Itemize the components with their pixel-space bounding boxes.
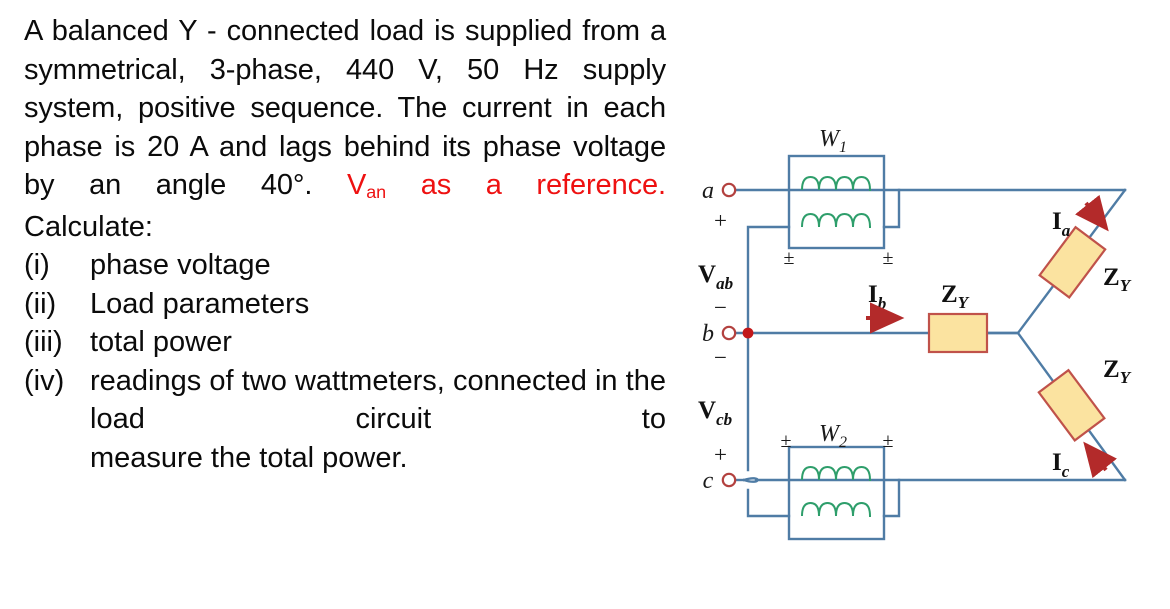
current-ia-arrow bbox=[1075, 194, 1109, 232]
wattmeter-w1-polarity-right: ± bbox=[883, 247, 894, 269]
wattmeter-w2-label: W2 bbox=[819, 421, 847, 451]
question-line-6-prefix: by an angle 40°. bbox=[24, 169, 313, 201]
impedance-zy-phase-b-label: ZY bbox=[941, 281, 970, 312]
reference-symbol: V bbox=[347, 169, 367, 201]
list-item-i: (i) phase voltage bbox=[24, 246, 666, 285]
list-marker-i: (i) bbox=[24, 249, 50, 281]
question-panel: A balanced Y - connected load is supplie… bbox=[24, 12, 666, 477]
reference-rest: as a reference. bbox=[386, 169, 666, 201]
list-text-iii: total power bbox=[90, 326, 232, 358]
list-marker-iii: (iii) bbox=[24, 326, 63, 358]
terminal-c-label: c bbox=[703, 468, 714, 494]
vcb-label: Vcb bbox=[698, 397, 732, 429]
wattmeter-w2-potential-coil bbox=[801, 501, 871, 517]
list-text-i: phase voltage bbox=[90, 249, 271, 281]
vab-plus-sign: + bbox=[714, 208, 727, 233]
wattmeter-w1[interactable]: W1 ± ± bbox=[784, 126, 894, 269]
page-root: A balanced Y - connected load is supplie… bbox=[0, 0, 1170, 609]
calculate-label: Calculate: bbox=[24, 210, 153, 243]
impedance-zy-phase-c-body bbox=[1037, 368, 1106, 442]
wattmeter-w1-box bbox=[787, 154, 886, 250]
wire-w2-pc-right bbox=[882, 478, 901, 518]
voltage-label-vcb-group: − Vcb + bbox=[698, 345, 732, 467]
question-body: A balanced Y - connected load is supplie… bbox=[24, 12, 666, 208]
wire-w1-pc-left bbox=[746, 225, 791, 335]
impedance-zy-phase-a-body bbox=[1038, 225, 1107, 299]
terminal-b-node[interactable] bbox=[721, 325, 737, 341]
current-ic-label: Ic bbox=[1052, 449, 1070, 481]
impedance-zy-phase-a-label: ZY bbox=[1103, 264, 1132, 295]
current-ib-label: Ib bbox=[868, 281, 886, 313]
current-ia-label: Ia bbox=[1052, 208, 1071, 240]
wire-w1-pc-right bbox=[882, 188, 901, 229]
voltage-label-vab-group: + Vab − bbox=[698, 208, 733, 320]
list-text-ii: Load parameters bbox=[90, 287, 310, 320]
list-item-ii: (ii) Load parameters bbox=[24, 285, 666, 324]
current-ic-group: Ic bbox=[1052, 441, 1117, 481]
terminal-b-label: b bbox=[702, 321, 714, 347]
wattmeter-w1-potential-coil bbox=[801, 212, 871, 228]
wattmeter-w1-current-coil bbox=[801, 175, 871, 191]
terminal-a-node[interactable] bbox=[721, 182, 737, 198]
reference-symbol-sub: an bbox=[366, 181, 387, 202]
impedance-zy-phase-b[interactable]: ZY bbox=[927, 281, 989, 354]
list-text-iv-line3: measure the total power. bbox=[90, 441, 408, 474]
requirements-list: (i) phase voltage (ii) Load parameters (… bbox=[24, 246, 666, 477]
wattmeter-w2-polarity-right: ± bbox=[883, 430, 894, 452]
question-line-1: A balanced Y - connected load is bbox=[24, 15, 455, 47]
list-marker-ii: (ii) bbox=[24, 287, 57, 320]
list-marker-iv: (iv) bbox=[24, 364, 65, 397]
current-ib-group: Ib bbox=[866, 281, 905, 334]
impedance-zy-phase-a[interactable] bbox=[1038, 225, 1107, 299]
terminals-group: a b c bbox=[702, 178, 754, 494]
list-text-iv-line1: readings of two wattmeters, bbox=[90, 364, 445, 397]
impedance-zy-phase-b-body bbox=[927, 312, 989, 354]
vab-label: Vab bbox=[698, 261, 733, 293]
reference-note: Van as a reference. bbox=[347, 169, 666, 202]
list-item-iii: (iii) total power bbox=[24, 323, 666, 362]
wattmeter-w2-current-coil bbox=[801, 465, 871, 481]
wattmeter-w2-box bbox=[787, 445, 886, 541]
vab-minus-sign: − bbox=[714, 295, 727, 320]
wattmeter-w2-polarity-left: ± bbox=[781, 430, 792, 452]
wattmeter-w1-polarity-left: ± bbox=[784, 247, 795, 269]
vcb-plus-sign: + bbox=[714, 442, 727, 467]
circuit-diagram: W1 ± ± W2 ± ± ZY ZY ZY a b c + Vab − − V… bbox=[676, 0, 1170, 609]
question-line-5: 20 A and lags behind its phase voltage bbox=[147, 130, 666, 163]
impedance-zy-phase-c[interactable] bbox=[1037, 368, 1106, 442]
terminal-c-node[interactable] bbox=[721, 472, 737, 488]
wattmeter-w1-label: W1 bbox=[819, 126, 847, 156]
vcb-minus-sign: − bbox=[714, 345, 727, 370]
impedance-zy-phase-c-label: ZY bbox=[1103, 356, 1132, 387]
list-text-iv: readings of two wattmeters, connected in… bbox=[90, 362, 666, 478]
terminal-a-label: a bbox=[702, 178, 714, 204]
list-item-iv: (iv) readings of two wattmeters, connect… bbox=[24, 362, 666, 478]
question-line-6: by an angle 40°. Van as a reference. bbox=[24, 166, 666, 208]
junction-dot-b bbox=[742, 327, 754, 339]
wire-w2-pc-lower bbox=[746, 488, 791, 518]
